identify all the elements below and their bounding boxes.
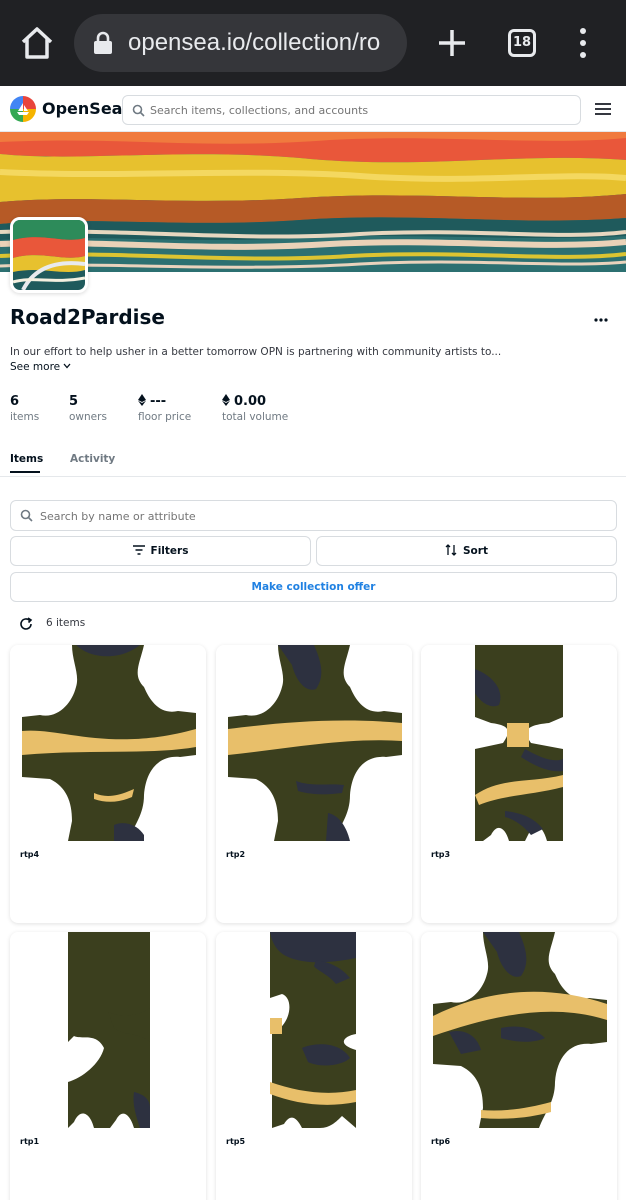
stat-label: items — [10, 411, 40, 423]
address-bar[interactable]: opensea.io/collection/ro — [74, 14, 407, 72]
sort-label: Sort — [463, 545, 488, 557]
item-image — [228, 645, 402, 841]
collection-description: In our effort to help usher in a better … — [10, 346, 502, 358]
see-more-link[interactable]: See more — [10, 361, 71, 373]
stat-floor-price: --- floor price — [138, 394, 191, 423]
ethereum-icon — [138, 394, 146, 406]
home-icon[interactable] — [18, 24, 56, 62]
stat-value: 5 — [69, 394, 79, 409]
item-count: 6 items — [46, 617, 86, 629]
see-more-label: See more — [10, 361, 61, 373]
tab-activity[interactable]: Activity — [70, 453, 115, 465]
item-card[interactable]: rtp6 — [421, 932, 617, 1200]
item-name: rtp3 — [431, 850, 451, 859]
stat-owners: 5 owners — [69, 394, 107, 423]
item-name: rtp4 — [20, 850, 40, 859]
browser-toolbar: opensea.io/collection/ro 18 — [0, 0, 626, 86]
global-search-input[interactable] — [150, 101, 570, 120]
sort-icon — [445, 544, 457, 556]
stat-value: 6 — [10, 394, 20, 409]
item-image — [475, 645, 563, 841]
more-options-icon[interactable] — [576, 27, 590, 59]
stat-value: 0.00 — [234, 394, 267, 409]
stat-items: 6 items — [10, 394, 39, 423]
tabs-divider — [0, 476, 626, 477]
item-card[interactable]: rtp5 — [216, 932, 412, 1200]
global-search[interactable] — [122, 95, 581, 125]
opensea-logo[interactable] — [10, 96, 36, 122]
refresh-icon[interactable] — [19, 617, 33, 631]
chevron-down-icon — [63, 363, 71, 369]
item-name: rtp6 — [431, 1137, 451, 1146]
item-card[interactable]: rtp3 — [421, 645, 617, 923]
collection-banner — [0, 132, 626, 272]
filters-button[interactable]: Filters — [10, 536, 311, 566]
make-collection-offer-button[interactable]: Make collection offer — [10, 572, 617, 602]
brand-name[interactable]: OpenSea — [42, 99, 122, 118]
item-name: rtp2 — [226, 850, 246, 859]
active-tab-indicator — [10, 471, 40, 473]
stat-label: owners — [69, 411, 107, 423]
item-image — [22, 645, 196, 841]
new-tab-icon[interactable] — [436, 27, 468, 59]
item-card[interactable]: rtp4 — [10, 645, 206, 923]
stat-total-volume: 0.00 total volume — [222, 394, 288, 423]
item-name: rtp1 — [20, 1137, 40, 1146]
collection-more-icon[interactable] — [593, 312, 609, 328]
search-icon — [132, 104, 145, 117]
ethereum-icon — [222, 394, 230, 406]
tab-switcher-button[interactable]: 18 — [508, 29, 536, 57]
item-image — [433, 932, 607, 1128]
attribute-search-input[interactable] — [40, 507, 600, 525]
item-image — [270, 932, 356, 1128]
site-header: OpenSea — [0, 86, 626, 132]
filter-icon — [132, 545, 145, 555]
item-name: rtp5 — [226, 1137, 246, 1146]
stat-label: total volume — [222, 411, 289, 423]
attribute-search[interactable] — [10, 500, 617, 531]
stat-value: --- — [150, 394, 167, 409]
item-card[interactable]: rtp1 — [10, 932, 206, 1200]
filters-label: Filters — [150, 545, 189, 557]
boat-icon — [17, 103, 29, 115]
stat-label: floor price — [138, 411, 192, 423]
lock-icon — [94, 31, 112, 54]
search-icon — [20, 509, 33, 522]
collection-avatar[interactable] — [10, 217, 88, 293]
item-card[interactable]: rtp2 — [216, 645, 412, 923]
collection-title: Road2Pardise — [10, 305, 165, 329]
tab-items[interactable]: Items — [10, 453, 43, 465]
sort-button[interactable]: Sort — [316, 536, 617, 566]
hamburger-menu-icon[interactable] — [594, 102, 612, 116]
item-image — [68, 932, 150, 1128]
url-text: opensea.io/collection/ro — [128, 29, 381, 56]
